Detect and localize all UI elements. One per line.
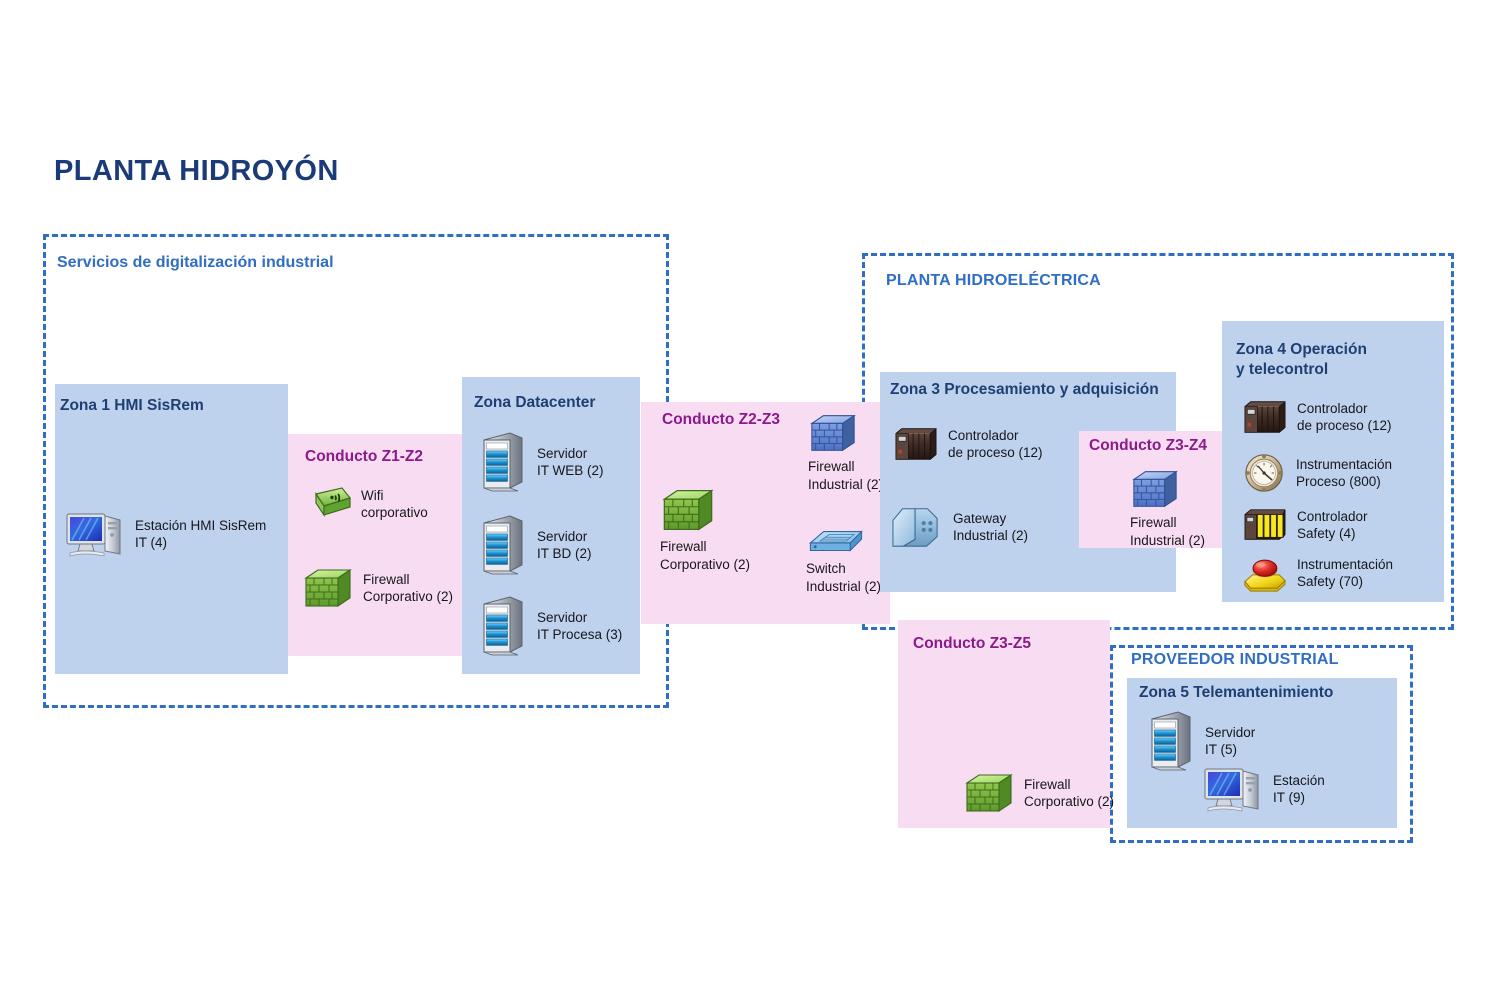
- page-title: PLANTA HIDROYÓN: [54, 155, 339, 187]
- server-icon: [478, 430, 528, 494]
- wifi-ap-icon: [306, 484, 352, 524]
- workstation-icon: [1202, 763, 1264, 815]
- node-servidor-it-procesa[interactable]: Servidor IT Procesa (3): [478, 594, 622, 658]
- node-label: Gateway Industrial (2): [953, 511, 1029, 543]
- node-label: Servidor IT BD (2): [537, 529, 592, 561]
- node-label: Estación IT (9): [1273, 773, 1325, 805]
- node-estacion-it-z5[interactable]: Estación IT (9): [1202, 763, 1325, 815]
- server-icon: [1146, 709, 1196, 773]
- conduit-z3-z5-title: Conducto Z3-Z5: [913, 635, 1031, 652]
- node-label: Firewall Corporativo (2): [363, 572, 454, 604]
- switch-icon: [806, 524, 881, 560]
- firewall-industrial-icon: [808, 408, 883, 458]
- conduit-z1-z2-title: Conducto Z1-Z2: [305, 448, 423, 465]
- node-instrumentacion-proceso[interactable]: Instrumentación Proceso (800): [1243, 452, 1392, 494]
- node-label: Servidor IT (5): [1205, 725, 1256, 757]
- gateway-icon: [888, 503, 944, 551]
- zone-zona5-title: Zona 5 Telemantenimiento: [1139, 684, 1334, 701]
- node-label: Firewall Corporativo (2): [1024, 777, 1115, 809]
- node-label: Estación HMI SisRem IT (4): [135, 518, 267, 550]
- node-controlador-proceso-z3[interactable]: Controlador de proceso (12): [893, 424, 1043, 464]
- node-firewall-corporativo-z1z2[interactable]: Firewall Corporativo (2): [302, 562, 453, 614]
- diagram-canvas: PLANTA HIDROYÓN Servicios de digitalizac…: [0, 0, 1500, 1000]
- node-label: Instrumentación Proceso (800): [1296, 457, 1393, 489]
- conduit-z1-z2: [288, 434, 484, 656]
- conduit-z3-z5-extension: [1065, 620, 1110, 700]
- node-firewall-industrial-z3z4[interactable]: Firewall Industrial (2): [1130, 464, 1205, 550]
- node-firewall-corporativo-z3z5[interactable]: Firewall Corporativo (2): [963, 767, 1114, 819]
- server-icon: [478, 513, 528, 577]
- zone-zona3-title: Zona 3 Procesamiento y adquisición: [890, 381, 1159, 398]
- safety-controller-icon: [1242, 506, 1288, 544]
- node-estacion-hmi-sisrem[interactable]: Estación HMI SisRem IT (4): [64, 508, 266, 560]
- node-servidor-it-web[interactable]: Servidor IT WEB (2): [478, 430, 604, 494]
- node-label: Servidor IT WEB (2): [537, 446, 604, 478]
- node-servidor-it-bd[interactable]: Servidor IT BD (2): [478, 513, 592, 577]
- node-label: Servidor IT Procesa (3): [537, 610, 623, 642]
- node-label: Controlador Safety (4): [1297, 509, 1368, 541]
- firewall-corporate-icon: [660, 482, 750, 538]
- boundary-proveedor-label: PROVEEDOR INDUSTRIAL: [1131, 651, 1339, 668]
- node-firewall-industrial-z2z3[interactable]: Firewall Industrial (2): [808, 408, 883, 494]
- conduit-z3-z4-title: Conducto Z3-Z4: [1089, 437, 1207, 454]
- node-switch-industrial[interactable]: Switch Industrial (2): [806, 524, 881, 596]
- firewall-corporate-icon: [963, 767, 1015, 819]
- node-label: Firewall Industrial (2): [1130, 515, 1206, 548]
- firewall-industrial-icon: [1130, 464, 1205, 514]
- node-label: Wifi corporativo: [361, 488, 428, 520]
- workstation-icon: [64, 508, 126, 560]
- conduit-z2-z3-title: Conducto Z2-Z3: [662, 411, 780, 428]
- zone-zona1-title: Zona 1 HMI SisRem: [60, 397, 204, 414]
- firewall-corporate-icon: [302, 562, 354, 614]
- gauge-icon: [1243, 452, 1287, 494]
- node-firewall-corporativo-z2z3[interactable]: Firewall Corporativo (2): [660, 482, 750, 574]
- server-icon: [478, 594, 528, 658]
- boundary-planta-label: PLANTA HIDROELÉCTRICA: [886, 272, 1101, 289]
- node-wifi-corporativo[interactable]: Wifi corporativo: [306, 484, 428, 524]
- node-gateway-industrial[interactable]: Gateway Industrial (2): [888, 503, 1028, 551]
- node-label: Instrumentación Safety (70): [1297, 557, 1394, 589]
- node-label: Controlador de proceso (12): [948, 428, 1043, 460]
- boundary-servicios-label: Servicios de digitalización industrial: [57, 254, 334, 271]
- zone-datacenter-title: Zona Datacenter: [474, 394, 596, 411]
- node-label: Firewall Industrial (2): [808, 459, 884, 492]
- node-controlador-proceso-z4[interactable]: Controlador de proceso (12): [1242, 397, 1392, 437]
- node-label: Switch Industrial (2): [806, 561, 882, 594]
- node-label: Firewall Corporativo (2): [660, 539, 751, 572]
- plc-controller-icon: [893, 424, 939, 464]
- zone-zona4-title: Zona 4 Operación y telecontrol: [1236, 341, 1367, 378]
- node-label: Controlador de proceso (12): [1297, 401, 1392, 433]
- plc-controller-icon: [1242, 397, 1288, 437]
- emergency-stop-icon: [1240, 552, 1288, 594]
- node-controlador-safety[interactable]: Controlador Safety (4): [1242, 506, 1368, 544]
- node-instrumentacion-safety[interactable]: Instrumentación Safety (70): [1240, 552, 1393, 594]
